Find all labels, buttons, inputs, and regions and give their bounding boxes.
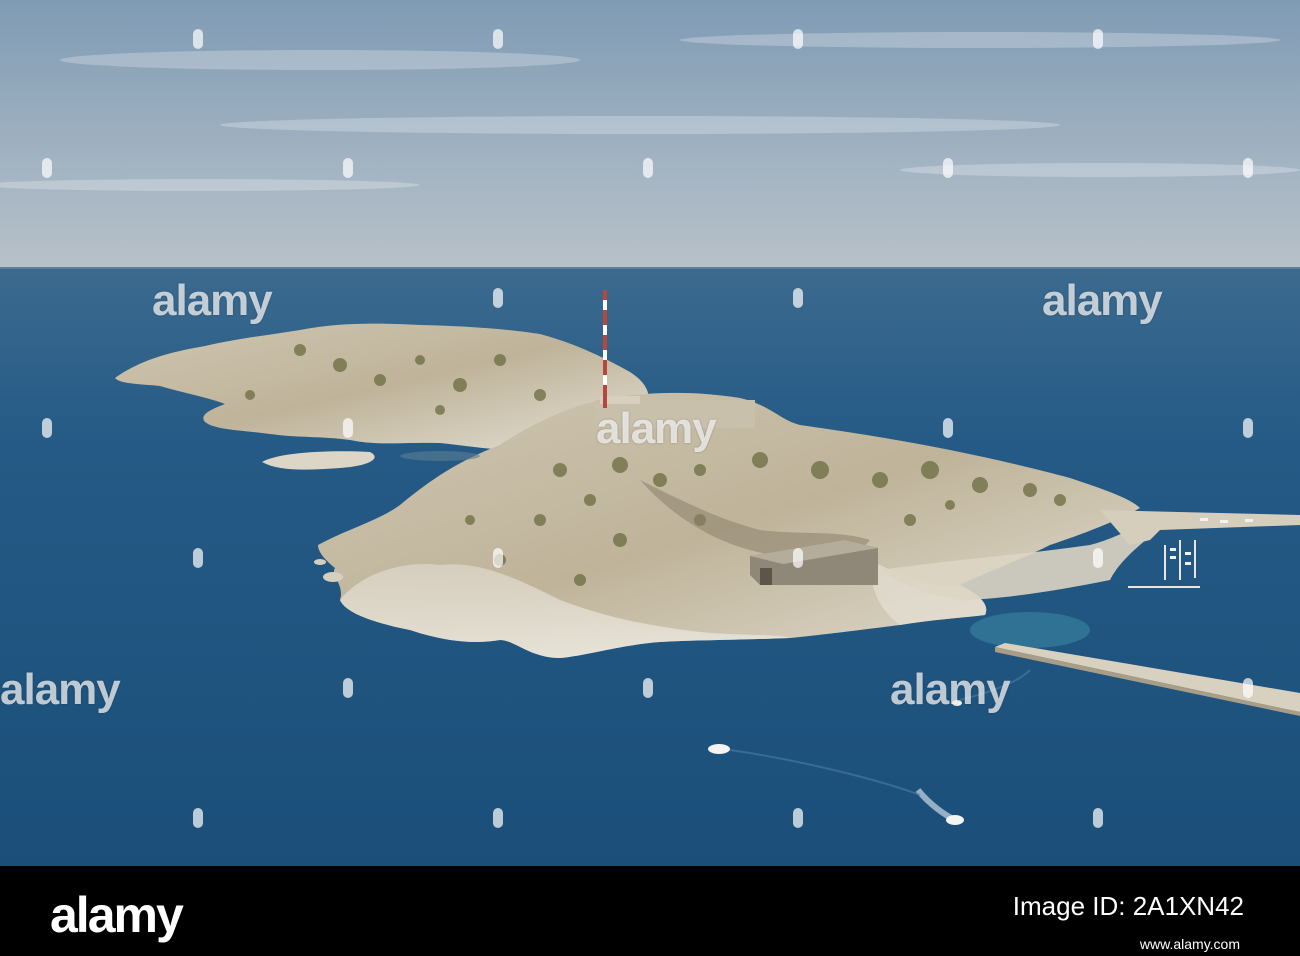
image-id-label: Image ID: 2A1XN42 (1013, 891, 1244, 922)
watermark-text: alamy (596, 404, 717, 453)
watermark-mark (793, 288, 803, 308)
image-id: Image ID: 2A1XN42 (1012, 891, 1244, 921)
site-url[interactable]: www.alamy.com (1140, 936, 1240, 952)
watermark-mark (493, 808, 503, 828)
watermark-mark (343, 418, 353, 438)
watermark-text: alamy (152, 276, 273, 325)
watermark-text: alamy (1042, 276, 1163, 325)
watermark-mark (1243, 678, 1253, 698)
watermark-mark (1093, 808, 1103, 828)
watermark-mark (42, 418, 52, 438)
watermark-mark (193, 548, 203, 568)
watermark-mark (1093, 548, 1103, 568)
watermark-mark (643, 678, 653, 698)
watermark-mark (493, 288, 503, 308)
alamy-logo[interactable]: alamy (50, 886, 184, 944)
watermark-mark (343, 678, 353, 698)
watermark-mark (793, 29, 803, 49)
watermark-mark (493, 548, 503, 568)
watermark-mark (193, 808, 203, 828)
watermark-mark (943, 418, 953, 438)
watermark-mark (793, 548, 803, 568)
watermark-mark (1093, 29, 1103, 49)
watermark-mark (643, 158, 653, 178)
watermark-mark (1243, 418, 1253, 438)
watermark-text: alamy (890, 665, 1011, 714)
watermark-mark (493, 29, 503, 49)
watermark-text: alamy (0, 665, 121, 714)
watermark-mark (943, 158, 953, 178)
watermark-mark (193, 29, 203, 49)
watermark-mark (1243, 158, 1253, 178)
watermark-mark (343, 158, 353, 178)
boat-1 (708, 744, 730, 754)
stock-photo: alamy alamy alamy alamy alamy (0, 0, 1300, 866)
watermark-mark (793, 808, 803, 828)
watermark-mark (42, 158, 52, 178)
stock-footer-bar: alamy Image ID: 2A1XN42 www.alamy.com (0, 866, 1300, 956)
